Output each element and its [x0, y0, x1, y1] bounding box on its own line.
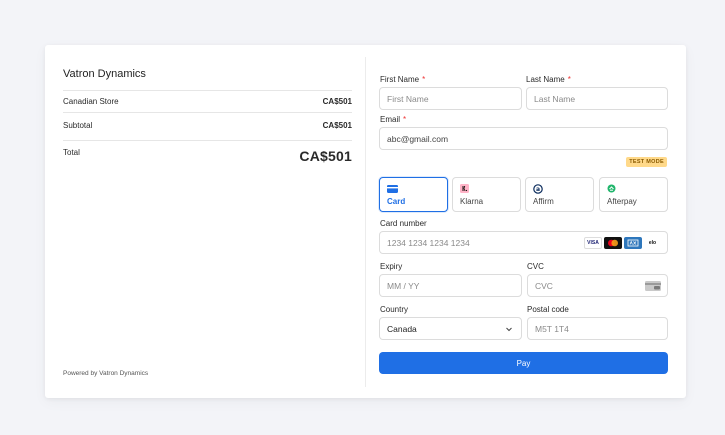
expiry-label: Expiry	[380, 262, 403, 271]
first-name-label: First Name *	[380, 75, 426, 84]
summary-divider	[63, 90, 352, 91]
merchant-name: Vatron Dynamics	[63, 68, 146, 80]
card-number-placeholder: 1234 1234 1234 1234	[387, 237, 470, 248]
country-value: Canada	[387, 323, 417, 334]
powered-by: Powered by Vatron Dynamics	[63, 370, 149, 377]
email-label: Email *	[380, 115, 407, 124]
method-klarna[interactable]: Klarna	[452, 177, 521, 212]
country-label: Country	[380, 305, 409, 314]
card-number-input[interactable]: 1234 1234 1234 1234 VISA elo	[379, 231, 668, 254]
subtotal-row: Subtotal CA$501	[63, 121, 352, 130]
elo-icon: elo	[644, 237, 661, 249]
postal-code-input[interactable]: M5T 1T4	[527, 317, 668, 340]
country-select[interactable]: Canada	[379, 317, 522, 340]
expiry-input[interactable]: MM / YY	[379, 274, 522, 297]
mastercard-icon	[604, 237, 622, 249]
postal-code-label: Postal code	[527, 305, 569, 314]
cvc-input[interactable]: CVC	[527, 274, 668, 297]
card-brands: VISA elo	[584, 237, 661, 249]
total-label: Total	[63, 148, 80, 157]
method-label: Afterpay	[607, 197, 637, 206]
last-name-label: Last Name *	[526, 75, 571, 84]
email-input[interactable]: abc@gmail.com	[379, 127, 668, 150]
method-label: Klarna	[460, 197, 484, 206]
affirm-icon: a	[533, 183, 593, 194]
cvc-placeholder: CVC	[535, 280, 553, 291]
method-label: Card	[387, 197, 406, 206]
cvc-card-icon	[645, 281, 661, 293]
last-name-input[interactable]: Last Name	[526, 87, 668, 110]
test-mode-badge: TEST MODE	[626, 157, 667, 167]
method-label: Affirm	[533, 197, 554, 206]
afterpay-icon	[607, 184, 667, 193]
line-item-row: Canadian Store CA$501	[63, 97, 352, 106]
card-icon	[387, 184, 447, 193]
visa-icon: VISA	[584, 237, 602, 249]
line-item-amount: CA$501	[322, 97, 352, 106]
svg-text:a: a	[536, 186, 540, 193]
summary-divider	[63, 112, 352, 113]
method-afterpay[interactable]: Afterpay	[599, 177, 668, 212]
line-item-label: Canadian Store	[63, 97, 119, 106]
first-name-input[interactable]: First Name	[379, 87, 522, 110]
subtotal-label: Subtotal	[63, 121, 93, 130]
method-card[interactable]: Card	[379, 177, 448, 212]
klarna-icon	[460, 184, 520, 193]
total-row: Total CA$501	[63, 148, 352, 164]
subtotal-amount: CA$501	[322, 121, 352, 130]
card-number-label: Card number	[380, 219, 427, 228]
checkout-card: Vatron Dynamics Canadian Store CA$501 Su…	[45, 45, 686, 398]
cvc-label: CVC	[527, 262, 544, 271]
summary-divider	[63, 140, 352, 141]
method-affirm[interactable]: a Affirm	[525, 177, 594, 212]
total-amount: CA$501	[299, 148, 352, 164]
amex-icon	[624, 237, 642, 249]
pay-button[interactable]: Pay	[379, 352, 668, 374]
chevron-down-icon	[505, 325, 513, 335]
column-divider	[365, 57, 366, 387]
